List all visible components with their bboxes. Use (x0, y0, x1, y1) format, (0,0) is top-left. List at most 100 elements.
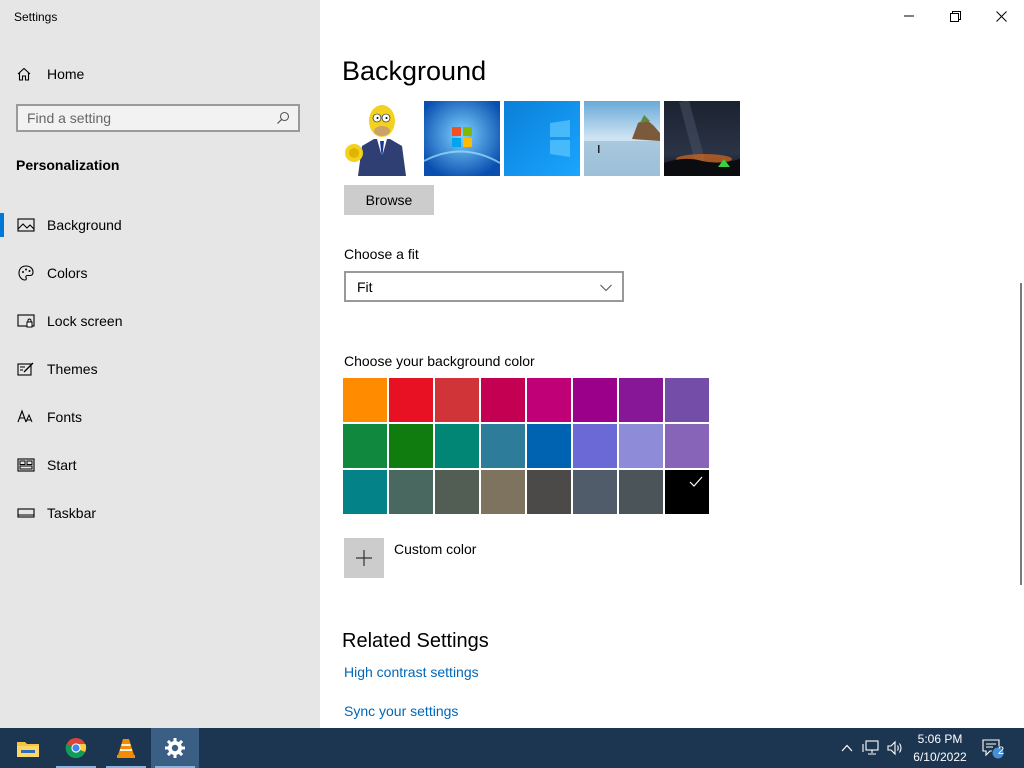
chrome-icon (65, 738, 87, 759)
color-swatch[interactable] (619, 470, 663, 514)
color-swatch[interactable] (481, 378, 525, 422)
color-swatch[interactable] (573, 424, 617, 468)
sidebar-item-label: Start (47, 457, 77, 473)
clock-time: 5:06 PM (917, 732, 963, 746)
page-title: Background (342, 56, 487, 86)
custom-color-label[interactable]: Custom color (394, 541, 476, 557)
network-icon (862, 740, 879, 755)
sidebar: Settings Home Personalization Background… (0, 0, 320, 728)
section-heading: Personalization (16, 157, 120, 173)
windows10-image (504, 101, 580, 176)
related-settings-heading: Related Settings (342, 630, 489, 652)
sidebar-item-label: Taskbar (47, 505, 97, 521)
sidebar-item-taskbar[interactable]: Taskbar (0, 489, 320, 537)
close-button[interactable] (978, 0, 1024, 32)
close-icon (995, 10, 1007, 22)
color-swatch[interactable] (481, 424, 525, 468)
color-swatch[interactable] (665, 424, 709, 468)
clock-date: 6/10/2022 (913, 750, 967, 764)
home-label: Home (47, 66, 85, 82)
color-swatch[interactable] (343, 378, 387, 422)
choose-fit-label: Choose a fit (344, 246, 419, 262)
color-swatch[interactable] (481, 470, 525, 514)
fonts-icon (17, 408, 35, 426)
color-swatch[interactable] (389, 470, 433, 514)
sidebar-item-label: Fonts (47, 409, 83, 425)
recent-images (344, 101, 744, 176)
color-swatch[interactable] (527, 378, 571, 422)
taskbar-vlc[interactable] (102, 728, 150, 768)
checkmark-icon (688, 474, 704, 490)
night-sky-image (664, 101, 740, 176)
sidebar-item-label: Colors (47, 265, 88, 281)
color-swatch[interactable] (435, 424, 479, 468)
sidebar-item-label: Themes (47, 361, 98, 377)
themes-icon (17, 360, 35, 378)
plus-icon (356, 550, 372, 566)
sidebar-item-colors[interactable]: Colors (0, 249, 320, 297)
color-swatch[interactable] (665, 378, 709, 422)
taskbar-settings[interactable] (151, 728, 199, 768)
color-swatch[interactable] (435, 470, 479, 514)
color-swatch[interactable] (389, 424, 433, 468)
taskbar-chrome[interactable] (52, 728, 100, 768)
sidebar-item-start[interactable]: Start (0, 441, 320, 489)
color-swatch[interactable] (527, 424, 571, 468)
background-thumbnail-beach[interactable] (584, 101, 660, 176)
search-input[interactable] (18, 109, 275, 127)
volume-icon (887, 740, 902, 756)
scrollbar[interactable] (1020, 283, 1022, 585)
volume-button[interactable] (884, 728, 906, 768)
color-swatch[interactable] (527, 470, 571, 514)
color-swatch[interactable] (573, 470, 617, 514)
background-thumbnail-night-sky[interactable] (664, 101, 740, 176)
sync-settings-link[interactable]: Sync your settings (344, 703, 458, 719)
sidebar-nav: Background Colors Lock screen Themes Fon… (0, 201, 320, 537)
windows7-image (424, 101, 500, 176)
restore-button[interactable] (932, 0, 978, 32)
homer-image (344, 101, 420, 176)
minimize-button[interactable] (886, 0, 932, 32)
high-contrast-settings-link[interactable]: High contrast settings (344, 664, 479, 680)
search-box[interactable] (16, 104, 300, 132)
window-controls (886, 0, 1024, 32)
picture-icon (17, 216, 35, 234)
taskbar: 5:06 PM 6/10/2022 2 (0, 728, 1024, 768)
clock[interactable]: 5:06 PM 6/10/2022 (906, 730, 974, 766)
search-icon[interactable] (275, 110, 291, 126)
sidebar-item-themes[interactable]: Themes (0, 345, 320, 393)
action-center-button[interactable]: 2 (980, 728, 1006, 768)
sidebar-item-background[interactable]: Background (0, 201, 320, 249)
palette-icon (17, 264, 35, 282)
sidebar-item-lock-screen[interactable]: Lock screen (0, 297, 320, 345)
fit-dropdown[interactable]: Fit (344, 271, 624, 302)
color-swatch-grid (343, 378, 709, 514)
color-swatch[interactable] (343, 424, 387, 468)
chevron-up-icon (841, 744, 853, 752)
app-title: Settings (14, 10, 58, 24)
home-icon (16, 66, 32, 82)
background-thumbnail-homer[interactable] (344, 101, 420, 176)
color-swatch[interactable] (573, 378, 617, 422)
background-color-label: Choose your background color (344, 353, 535, 369)
show-hidden-icons-button[interactable] (838, 728, 856, 768)
color-swatch[interactable] (389, 378, 433, 422)
network-button[interactable] (860, 728, 882, 768)
color-swatch[interactable] (619, 424, 663, 468)
sidebar-item-label: Background (47, 217, 122, 233)
background-thumbnail-windows7[interactable] (424, 101, 500, 176)
browse-button[interactable]: Browse (344, 185, 434, 215)
folder-icon (17, 742, 39, 757)
custom-color-button[interactable] (344, 538, 384, 578)
notification-count-badge: 2 (997, 745, 1005, 757)
home-nav-item[interactable]: Home (16, 63, 84, 85)
background-thumbnail-windows10[interactable] (504, 101, 580, 176)
color-swatch[interactable] (619, 378, 663, 422)
gear-icon (165, 738, 185, 758)
sidebar-item-fonts[interactable]: Fonts (0, 393, 320, 441)
restore-icon (949, 10, 961, 22)
color-swatch[interactable] (435, 378, 479, 422)
taskbar-file-explorer[interactable] (4, 728, 52, 768)
color-swatch[interactable] (343, 470, 387, 514)
color-swatch[interactable] (665, 470, 709, 514)
